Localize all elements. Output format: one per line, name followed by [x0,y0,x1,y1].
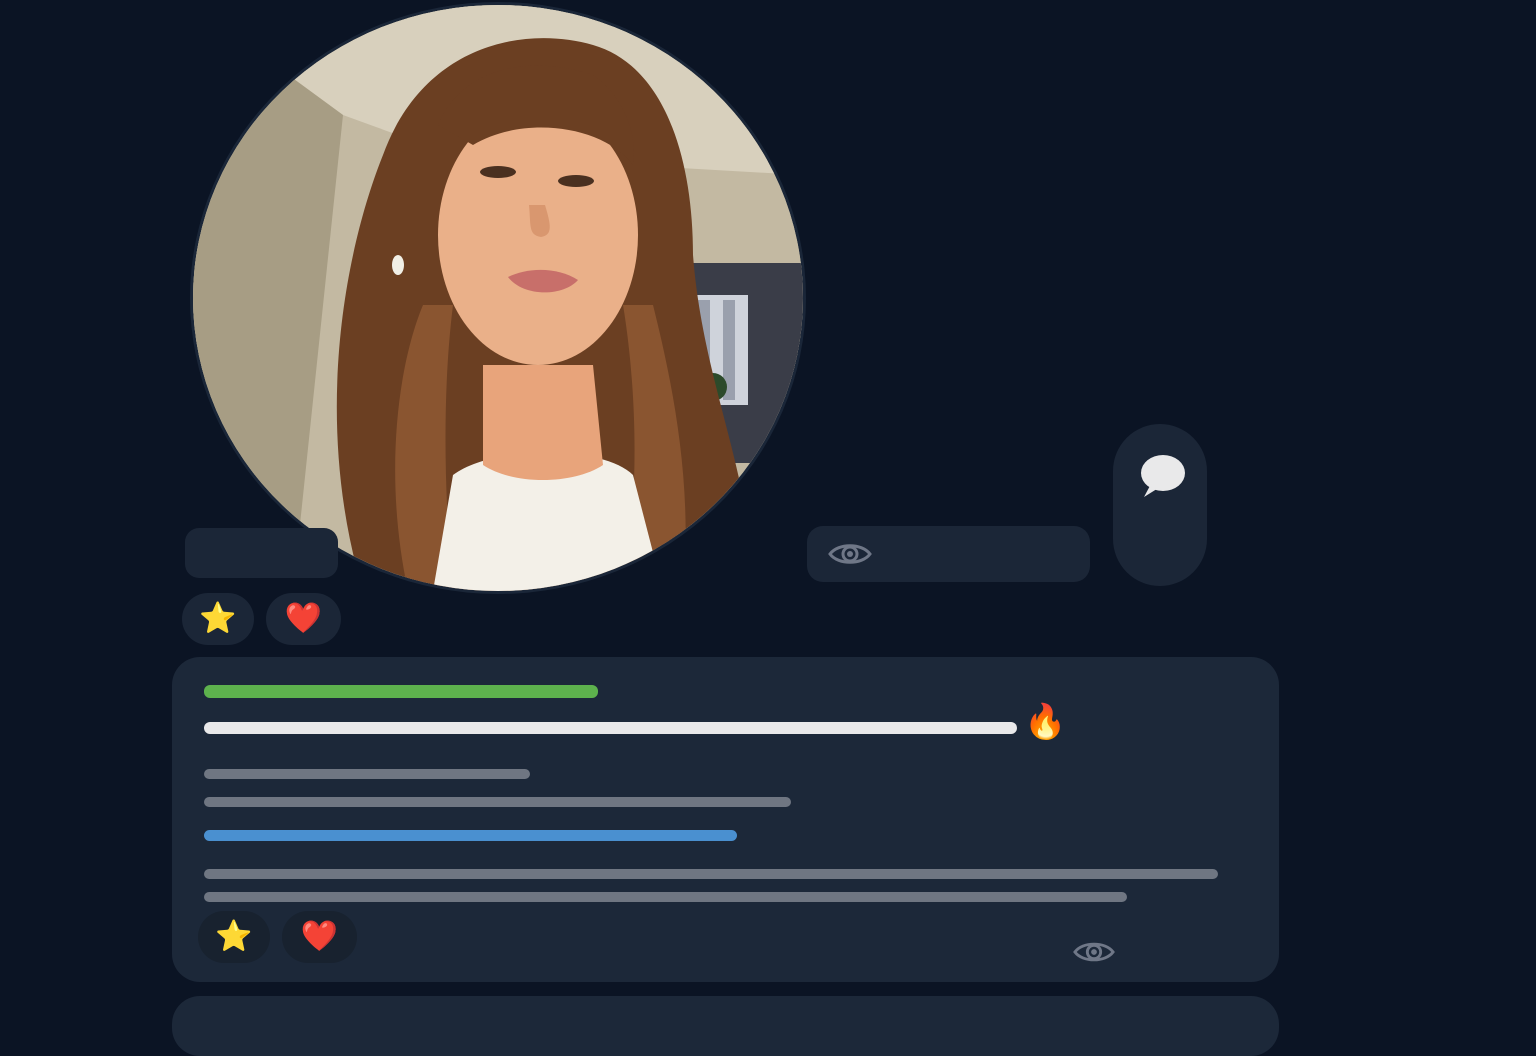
star-reaction-button[interactable]: ⭐ [182,593,254,645]
heart-reaction-button[interactable]: ❤️ [266,593,341,645]
profile-photo [193,5,803,591]
post-body-line [204,892,1127,902]
post-card[interactable]: 🔥 ⭐ ❤️ [172,657,1279,982]
fire-icon: 🔥 [1024,703,1067,741]
name-placeholder [185,528,338,578]
post-category-placeholder [204,685,598,698]
eye-icon [828,544,872,564]
views-pill[interactable] [807,526,1090,582]
message-button[interactable] [1113,424,1207,586]
speech-bubble-icon [1141,455,1185,497]
star-icon: ⭐ [215,920,253,953]
post-body-line [204,869,1218,879]
profile-avatar[interactable] [193,5,803,591]
heart-icon: ❤️ [300,920,339,953]
eye-icon[interactable] [1073,938,1115,966]
post-link-placeholder[interactable] [204,830,737,841]
post-star-reaction-button[interactable]: ⭐ [198,911,270,963]
post-card-next[interactable] [172,996,1279,1056]
post-subtitle-placeholder [204,797,791,807]
star-icon: ⭐ [199,602,237,635]
post-heart-reaction-button[interactable]: ❤️ [282,911,357,963]
post-meta-placeholder [204,769,530,779]
post-title-placeholder [204,722,1017,734]
heart-icon: ❤️ [284,602,323,635]
